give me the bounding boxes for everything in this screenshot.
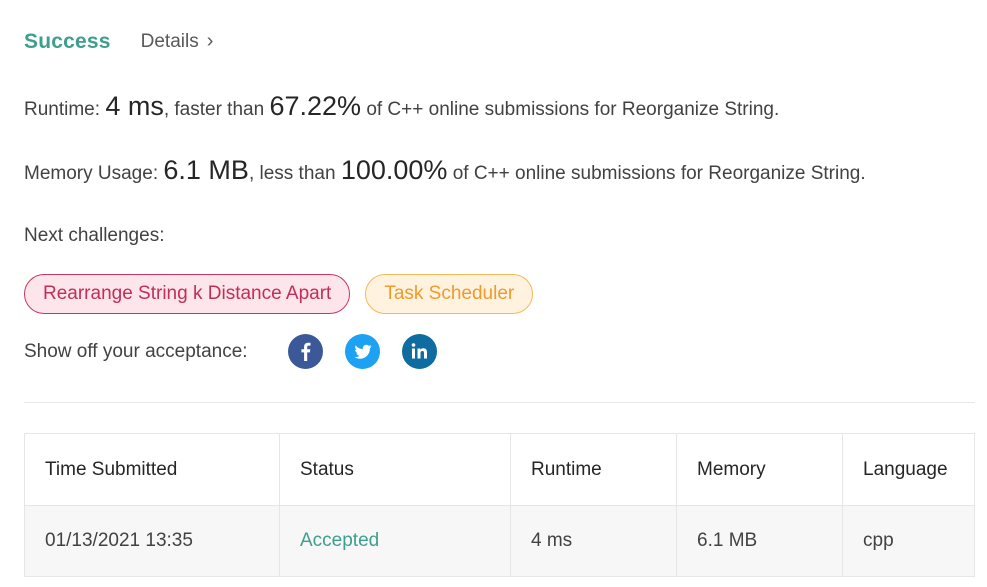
- runtime-label: Runtime:: [24, 99, 101, 120]
- share-label: Show off your acceptance:: [24, 340, 248, 362]
- next-challenges-list: Rearrange String k Distance Apart Task S…: [24, 274, 534, 314]
- details-link[interactable]: Details ›: [141, 31, 214, 53]
- details-label: Details: [140, 31, 199, 52]
- column-header-memory[interactable]: Memory: [676, 433, 843, 506]
- share-row: Show off your acceptance:: [24, 334, 459, 369]
- table-row: 01/13/2021 13:35 Accepted 4 ms 6.1 MB cp…: [24, 505, 975, 577]
- challenge-chip-rearrange-string[interactable]: Rearrange String k Distance Apart: [24, 274, 351, 314]
- runtime-stat: Runtime: 4 ms, faster than 67.22% of C++…: [24, 91, 779, 122]
- column-header-runtime[interactable]: Runtime: [510, 433, 677, 506]
- cell-status-link[interactable]: Accepted: [279, 505, 511, 577]
- memory-value: 6.1 MB: [163, 155, 249, 185]
- result-header: Success Details ›: [24, 30, 213, 54]
- linkedin-icon[interactable]: [401, 334, 437, 369]
- cell-memory: 6.1 MB: [676, 505, 843, 577]
- column-header-time-submitted[interactable]: Time Submitted: [24, 433, 280, 506]
- twitter-icon[interactable]: [344, 334, 380, 369]
- challenge-chip-task-scheduler[interactable]: Task Scheduler: [365, 274, 534, 314]
- runtime-suffix: of C++ online submissions for Reorganize…: [366, 99, 780, 120]
- runtime-value: 4 ms: [105, 91, 164, 121]
- table-header-row: Time Submitted Status Runtime Memory Lan…: [24, 433, 975, 506]
- memory-label: Memory Usage:: [24, 163, 159, 184]
- column-header-status[interactable]: Status: [279, 433, 511, 506]
- submissions-table: Time Submitted Status Runtime Memory Lan…: [24, 433, 975, 577]
- chevron-right-icon: ›: [206, 30, 214, 52]
- runtime-percent: 67.22%: [269, 91, 362, 121]
- memory-suffix: of C++ online submissions for Reorganize…: [452, 163, 866, 184]
- column-header-language[interactable]: Language: [842, 433, 975, 506]
- cell-language: cpp: [842, 505, 975, 577]
- facebook-icon[interactable]: [287, 334, 323, 369]
- result-status: Success: [24, 30, 111, 53]
- section-divider: [24, 402, 975, 403]
- memory-percent: 100.00%: [340, 155, 448, 185]
- runtime-comparison: , faster than: [163, 99, 265, 120]
- memory-comparison: , less than: [248, 163, 336, 184]
- memory-stat: Memory Usage: 6.1 MB, less than 100.00% …: [24, 155, 866, 186]
- cell-time-submitted: 01/13/2021 13:35: [24, 505, 280, 577]
- next-challenges-label: Next challenges:: [24, 225, 165, 246]
- cell-runtime: 4 ms: [510, 505, 677, 577]
